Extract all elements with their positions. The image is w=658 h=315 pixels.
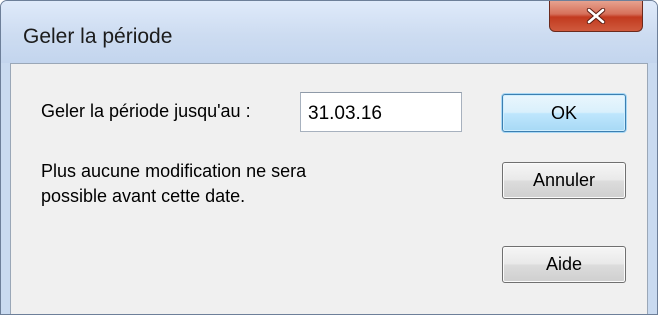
close-icon — [586, 7, 606, 24]
info-text-line2: possible avant cette date. — [41, 186, 246, 206]
freeze-date-label: Geler la période jusqu'au : — [41, 101, 251, 121]
freeze-date-input[interactable] — [300, 92, 462, 132]
title-bar[interactable]: Geler la période — [1, 1, 657, 63]
help-button[interactable]: Aide — [502, 246, 626, 283]
window-title: Geler la période — [23, 25, 173, 48]
close-button[interactable] — [549, 1, 643, 32]
info-text-line1: Plus aucune modification ne sera — [41, 161, 307, 181]
dialog-body: Geler la période jusqu'au : Plus aucune … — [10, 63, 648, 314]
ok-button[interactable]: OK — [502, 94, 626, 132]
cancel-button[interactable]: Annuler — [502, 162, 626, 199]
dialog-window: Geler la période Geler la période jusqu'… — [0, 0, 658, 315]
